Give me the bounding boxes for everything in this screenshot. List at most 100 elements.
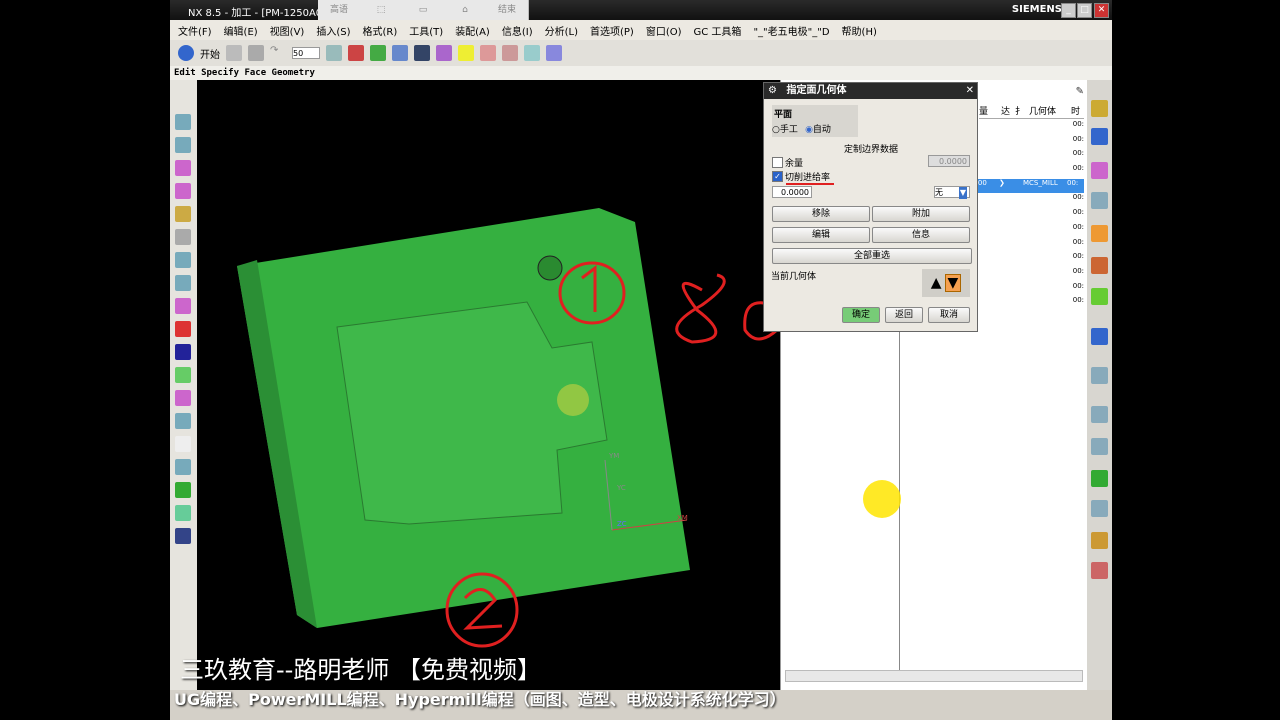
menu-tools[interactable]: 工具(T) <box>409 23 443 38</box>
table-row-selected[interactable]: 0000 ❯ MCS_MILL 00: <box>969 178 1084 194</box>
menu-preferences[interactable]: 首选项(P) <box>590 23 634 38</box>
circle-icon[interactable] <box>546 45 562 61</box>
menu-help[interactable]: 帮助(H) <box>842 23 877 38</box>
minimize-button[interactable]: _ <box>1061 3 1076 18</box>
tool-icon[interactable] <box>175 252 191 268</box>
menu-electrode[interactable]: "_"老五电极"_"D <box>753 23 829 38</box>
table-row[interactable]: 00: <box>979 193 1084 208</box>
menu-window[interactable]: 窗口(O) <box>646 23 682 38</box>
edit-button[interactable]: 编辑 <box>772 227 870 243</box>
navigator-tab-icon[interactable] <box>1091 470 1108 487</box>
down-arrow-icon[interactable]: ▼ <box>944 274 962 292</box>
tool-icon[interactable] <box>175 229 191 245</box>
menu-view[interactable]: 视图(V) <box>270 23 305 38</box>
menu-analysis[interactable]: 分析(L) <box>545 23 578 38</box>
tool-icon[interactable] <box>175 298 191 314</box>
stock-field[interactable]: 0.0000 <box>928 155 970 167</box>
material-icon[interactable] <box>436 45 452 61</box>
color-icon[interactable] <box>370 45 386 61</box>
menu-format[interactable]: 格式(R) <box>363 23 398 38</box>
navigator-tab-icon[interactable] <box>1091 288 1108 305</box>
tool-icon[interactable] <box>175 459 191 475</box>
mirror-icon[interactable] <box>502 45 518 61</box>
cancel-button[interactable]: 取消 <box>928 307 970 323</box>
overlay-window-button[interactable]: ▭ <box>402 0 445 20</box>
navigator-tab-icon[interactable] <box>1091 192 1108 209</box>
table-row[interactable]: 00: <box>979 208 1084 223</box>
feed-unit-select[interactable]: 无 ▼ <box>934 186 970 199</box>
pin-icon[interactable]: ✎ <box>1076 86 1084 97</box>
column-header[interactable]: 时 <box>1071 104 1080 118</box>
table-row[interactable]: 00: <box>979 238 1084 253</box>
stock-checkbox[interactable] <box>772 157 783 168</box>
save-icon[interactable] <box>248 45 264 61</box>
navigator-tab-icon[interactable] <box>1091 328 1108 345</box>
navigator-tab-icon[interactable] <box>1091 500 1108 517</box>
tool-icon[interactable] <box>175 275 191 291</box>
history-icon[interactable] <box>1091 406 1108 423</box>
navigator-tab-icon[interactable] <box>1091 225 1108 242</box>
tool-icon[interactable] <box>175 390 191 406</box>
display-icon[interactable] <box>348 45 364 61</box>
brush-icon[interactable] <box>458 45 474 61</box>
navigator-tab-icon[interactable] <box>1091 128 1108 145</box>
remove-button[interactable]: 移除 <box>772 206 870 222</box>
table-row[interactable]: 00: <box>979 149 1084 164</box>
tool-icon[interactable] <box>175 137 191 153</box>
overlay-button[interactable]: 高语 <box>318 0 361 20</box>
menu-assembly[interactable]: 装配(A) <box>455 23 490 38</box>
table-row[interactable]: 00: <box>979 120 1084 135</box>
menu-info[interactable]: 信息(I) <box>502 23 533 38</box>
zoom-select[interactable]: 50 <box>292 47 320 59</box>
table-row[interactable]: 00: <box>979 252 1084 267</box>
feed-field[interactable]: 0.0000 <box>772 186 812 198</box>
start-button[interactable]: 开始 <box>200 46 220 61</box>
table-row[interactable]: 00: <box>979 296 1084 311</box>
text-icon[interactable] <box>414 45 430 61</box>
tool-icon[interactable] <box>175 160 191 176</box>
menu-edit[interactable]: 编辑(E) <box>224 23 258 38</box>
column-header[interactable]: 扌 <box>1015 104 1029 118</box>
tool-icon[interactable] <box>175 206 191 222</box>
back-button[interactable]: 返回 <box>885 307 923 323</box>
close-icon[interactable]: ✕ <box>966 83 974 99</box>
tool-icon[interactable] <box>175 114 191 130</box>
table-row[interactable]: 00: <box>979 282 1084 297</box>
tool-icon[interactable] <box>175 436 191 452</box>
menu-gc-toolkit[interactable]: GC 工具箱 <box>694 23 742 38</box>
column-header[interactable]: 量 <box>979 104 1001 118</box>
tool-icon[interactable] <box>175 482 191 498</box>
column-header[interactable]: 几何体 <box>1029 104 1071 118</box>
navigator-tab-icon[interactable] <box>1091 162 1108 179</box>
up-arrow-icon[interactable]: ▲ <box>931 275 942 291</box>
navigator-tab-icon[interactable] <box>1091 438 1108 455</box>
tool-icon[interactable] <box>175 183 191 199</box>
ok-button[interactable]: 确定 <box>842 307 880 323</box>
column-header[interactable]: 达 <box>1001 104 1015 118</box>
table-row[interactable]: 00: <box>979 164 1084 179</box>
menu-file[interactable]: 文件(F) <box>178 23 212 38</box>
overlay-end-button[interactable]: 结束 <box>486 0 529 20</box>
info-icon[interactable] <box>175 344 191 360</box>
table-icon[interactable] <box>524 45 540 61</box>
gear-icon[interactable]: ⚙ <box>768 85 777 96</box>
navigator-tab-icon[interactable] <box>1091 257 1108 274</box>
overlay-select-button[interactable]: ⬚ <box>360 0 403 20</box>
horizontal-scrollbar[interactable] <box>785 670 1083 682</box>
radio-manual[interactable]: ○手工 <box>772 125 798 135</box>
table-row[interactable]: 00: <box>979 135 1084 150</box>
tool-icon[interactable] <box>175 321 191 337</box>
radio-auto[interactable]: ◉自动 <box>805 125 831 135</box>
redo-icon[interactable]: ↷ <box>270 45 286 61</box>
navigator-tab-icon[interactable] <box>1091 367 1108 384</box>
navigator-tab-icon[interactable] <box>1091 532 1108 549</box>
transform-icon[interactable] <box>480 45 496 61</box>
menu-insert[interactable]: 插入(S) <box>316 23 350 38</box>
feed-checkbox[interactable]: ✓ <box>772 171 783 182</box>
open-icon[interactable] <box>226 45 242 61</box>
maximize-button[interactable]: □ <box>1077 3 1092 18</box>
table-row[interactable]: 00: <box>979 223 1084 238</box>
navigator-tab-icon[interactable] <box>1091 562 1108 579</box>
transparency-icon[interactable] <box>392 45 408 61</box>
layer-icon[interactable] <box>326 45 342 61</box>
